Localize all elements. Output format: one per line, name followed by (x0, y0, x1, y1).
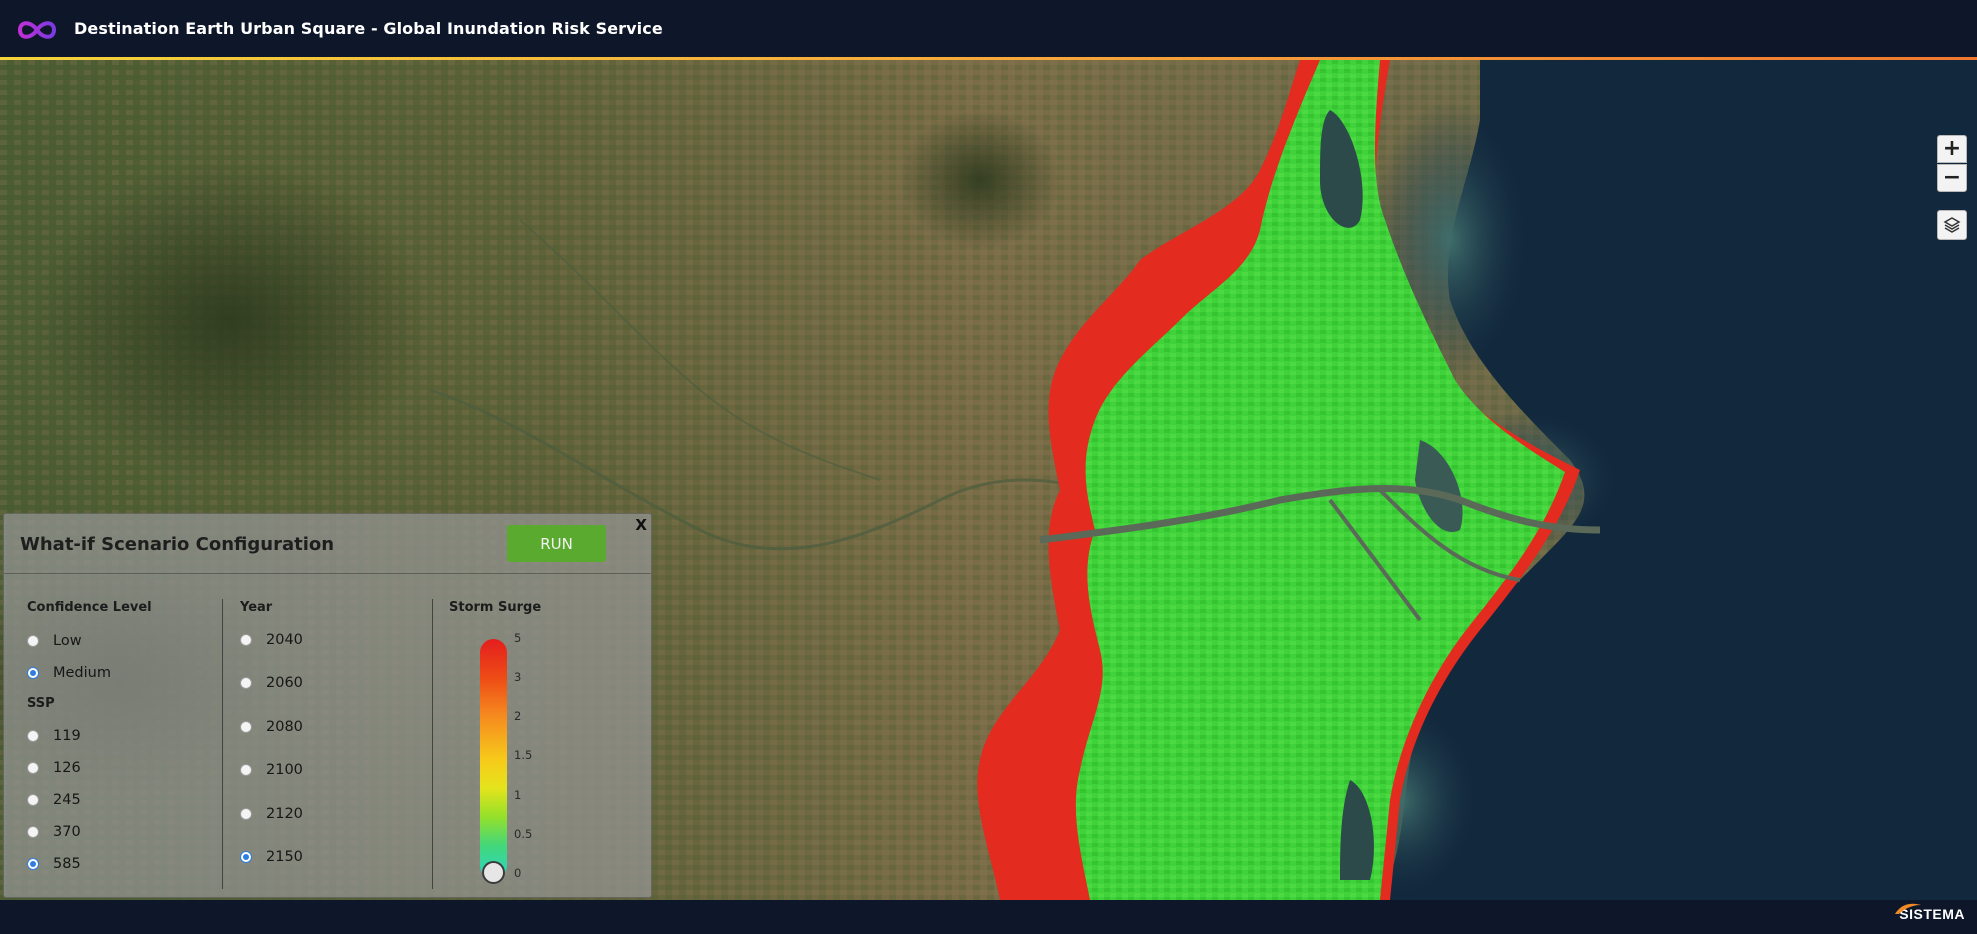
radio-button[interactable] (27, 858, 39, 870)
ssp-370-option[interactable]: 370 (27, 822, 81, 842)
layers-icon (1943, 217, 1961, 233)
year-2080-option[interactable]: 2080 (240, 717, 303, 737)
ssp-245-option[interactable]: 245 (27, 790, 81, 810)
run-button[interactable]: RUN (507, 525, 606, 562)
radio-button[interactable] (240, 851, 252, 863)
scale-tick: 3 (514, 670, 522, 684)
storm-surge-label: Storm Surge (449, 600, 542, 615)
storm-surge-slider[interactable]: 5 3 2 1.5 1 0.5 0 (474, 631, 534, 889)
scale-tick: 1 (514, 788, 522, 802)
radio-button[interactable] (27, 635, 39, 647)
radio-button[interactable] (240, 764, 252, 776)
year-label: Year (240, 600, 273, 615)
ssp-126-option[interactable]: 126 (27, 758, 81, 778)
column-divider (432, 599, 433, 889)
close-button[interactable]: X (635, 516, 647, 534)
radio-button[interactable] (27, 762, 39, 774)
radio-button[interactable] (27, 794, 39, 806)
ssp-label: SSP (27, 696, 55, 711)
storm-surge-color-scale (480, 639, 507, 879)
year-2040-option[interactable]: 2040 (240, 630, 303, 650)
year-2150-option[interactable]: 2150 (240, 847, 303, 867)
app-header: Destination Earth Urban Square - Global … (0, 0, 1977, 60)
year-2100-option[interactable]: 2100 (240, 760, 303, 780)
year-2060-option[interactable]: 2060 (240, 673, 303, 693)
scale-tick: 1.5 (514, 748, 533, 762)
year-2120-option[interactable]: 2120 (240, 804, 303, 824)
confidence-medium-option[interactable]: Medium (27, 663, 111, 683)
sistema-swoosh-icon (1895, 903, 1922, 914)
sistema-logo: SISTEMA (1895, 903, 1965, 923)
slider-thumb[interactable] (482, 861, 505, 884)
radio-button[interactable] (240, 721, 252, 733)
confidence-level-label: Confidence Level (27, 600, 152, 615)
radio-button[interactable] (27, 826, 39, 838)
column-divider (222, 599, 223, 889)
scenario-config-panel: What-if Scenario Configuration RUN X Con… (3, 513, 652, 898)
scale-tick: 0.5 (514, 827, 533, 841)
app-title: Destination Earth Urban Square - Global … (74, 19, 663, 38)
scale-tick: 0 (514, 866, 522, 880)
panel-divider (4, 573, 651, 574)
radio-button[interactable] (240, 634, 252, 646)
scale-tick: 2 (514, 709, 522, 723)
radio-button[interactable] (240, 677, 252, 689)
confidence-low-option[interactable]: Low (27, 631, 82, 651)
scale-tick: 5 (514, 631, 522, 645)
panel-title: What-if Scenario Configuration (20, 534, 335, 555)
zoom-in-button[interactable]: + (1937, 135, 1967, 163)
layers-button[interactable] (1937, 210, 1967, 240)
radio-button[interactable] (27, 730, 39, 742)
app-footer: SISTEMA (0, 900, 1977, 934)
zoom-out-button[interactable]: − (1937, 164, 1967, 192)
ssp-119-option[interactable]: 119 (27, 726, 81, 746)
radio-button[interactable] (27, 667, 39, 679)
ssp-585-option[interactable]: 585 (27, 854, 81, 874)
infinity-logo-icon (17, 21, 57, 39)
radio-button[interactable] (240, 808, 252, 820)
